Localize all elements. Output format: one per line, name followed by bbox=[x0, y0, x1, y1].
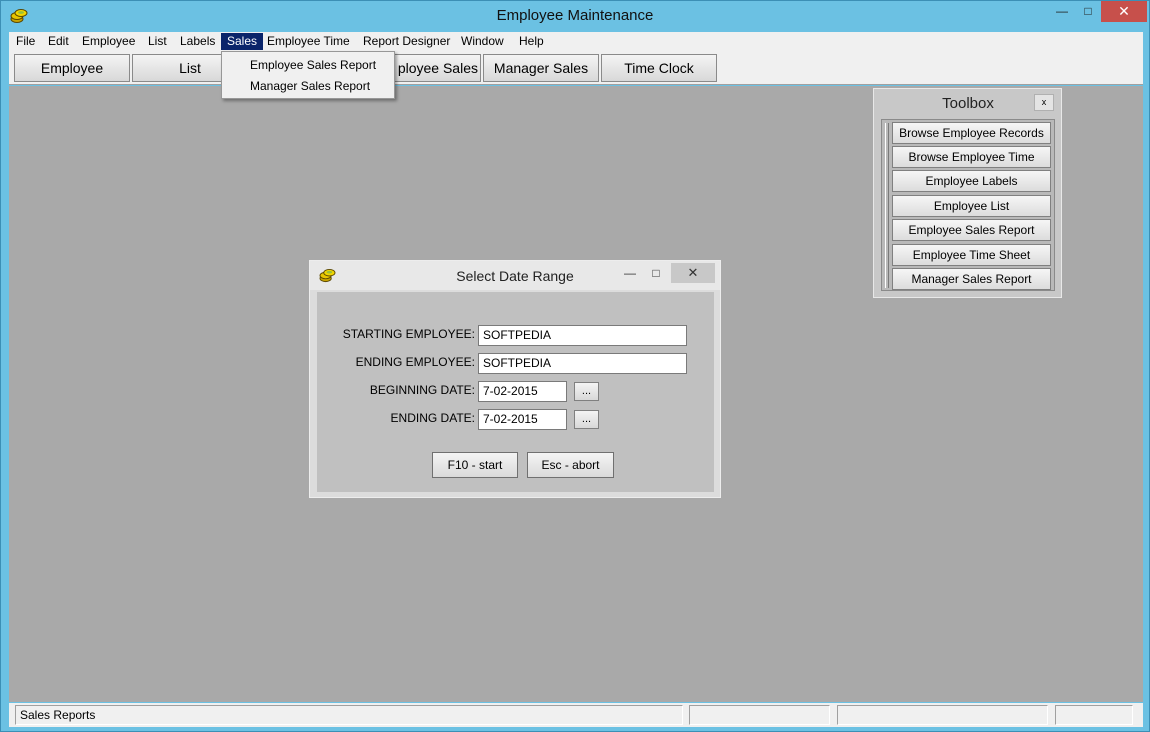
menu-labels[interactable]: Labels bbox=[174, 33, 221, 50]
dialog-title-bar[interactable]: Select Date Range — □ ✕ bbox=[310, 261, 720, 290]
dialog-close-button[interactable]: ✕ bbox=[671, 263, 715, 283]
ending-date-label: ENDING DATE: bbox=[390, 411, 475, 425]
toolbar: Employee List ployee Sales Manager Sales… bbox=[9, 51, 1143, 85]
status-pane-4 bbox=[1055, 705, 1133, 725]
menu-file[interactable]: File bbox=[10, 33, 41, 50]
starting-employee-input[interactable]: SOFTPEDIA bbox=[478, 325, 687, 346]
employee-sales-report-button[interactable]: Employee Sales Report bbox=[892, 219, 1051, 241]
employee-button[interactable]: Employee bbox=[14, 54, 130, 82]
start-button[interactable]: F10 - start bbox=[432, 452, 518, 478]
maximize-button[interactable]: □ bbox=[1074, 1, 1102, 22]
menu-employee[interactable]: Employee bbox=[76, 33, 141, 50]
ending-employee-label: ENDING EMPLOYEE: bbox=[355, 355, 475, 369]
select-date-range-dialog: Select Date Range — □ ✕ STARTING EMPLOYE… bbox=[309, 260, 721, 498]
menu-help[interactable]: Help bbox=[513, 33, 550, 50]
time-clock-button[interactable]: Time Clock bbox=[601, 54, 717, 82]
starting-employee-label: STARTING EMPLOYEE: bbox=[342, 327, 475, 341]
beginning-date-input[interactable]: 7-02-2015 bbox=[478, 381, 567, 402]
dialog-minimize-button[interactable]: — bbox=[618, 263, 642, 283]
status-pane-3 bbox=[837, 705, 1048, 725]
minimize-button[interactable]: — bbox=[1048, 1, 1076, 22]
browse-employee-records-button[interactable]: Browse Employee Records bbox=[892, 122, 1051, 144]
toolbox-button-group: Browse Employee Records Browse Employee … bbox=[881, 119, 1055, 291]
menu-window[interactable]: Window bbox=[455, 33, 510, 50]
dialog-maximize-button[interactable]: □ bbox=[644, 263, 668, 283]
ending-date-picker-button[interactable]: ... bbox=[574, 410, 599, 429]
beginning-date-picker-button[interactable]: ... bbox=[574, 382, 599, 401]
dialog-body: STARTING EMPLOYEE: SOFTPEDIA ENDING EMPL… bbox=[317, 292, 714, 492]
menu-bar: File Edit Employee List Labels Sales Emp… bbox=[9, 32, 1143, 51]
toolbox-grip-handle[interactable] bbox=[885, 123, 889, 288]
employee-list-button[interactable]: Employee List bbox=[892, 195, 1051, 217]
employee-time-sheet-button[interactable]: Employee Time Sheet bbox=[892, 244, 1051, 266]
status-bar: Sales Reports bbox=[9, 703, 1143, 727]
abort-button[interactable]: Esc - abort bbox=[527, 452, 614, 478]
toolbox-panel: Toolbox x Browse Employee Records Browse… bbox=[873, 88, 1062, 298]
menu-edit[interactable]: Edit bbox=[42, 33, 75, 50]
menu-item-employee-sales-report[interactable]: Employee Sales Report bbox=[222, 55, 394, 76]
menu-sales[interactable]: Sales bbox=[221, 33, 264, 50]
menu-item-manager-sales-report[interactable]: Manager Sales Report bbox=[222, 76, 394, 97]
beginning-date-label: BEGINNING DATE: bbox=[369, 383, 475, 397]
toolbox-close-button[interactable]: x bbox=[1034, 94, 1054, 111]
ending-employee-input[interactable]: SOFTPEDIA bbox=[478, 353, 687, 374]
status-pane-2 bbox=[689, 705, 830, 725]
menu-report-designer[interactable]: Report Designer bbox=[357, 33, 456, 50]
manager-sales-button[interactable]: Manager Sales bbox=[483, 54, 599, 82]
title-bar[interactable]: Employee Maintenance — □ ✕ bbox=[1, 1, 1149, 32]
employee-labels-button[interactable]: Employee Labels bbox=[892, 170, 1051, 192]
main-window: Employee Maintenance — □ ✕ File Edit Emp… bbox=[0, 0, 1150, 732]
browse-employee-time-button[interactable]: Browse Employee Time bbox=[892, 146, 1051, 168]
menu-employee-time[interactable]: Employee Time bbox=[261, 33, 356, 50]
status-message: Sales Reports bbox=[15, 705, 683, 725]
close-button[interactable]: ✕ bbox=[1101, 1, 1147, 22]
menu-list[interactable]: List bbox=[142, 33, 173, 50]
ending-date-input[interactable]: 7-02-2015 bbox=[478, 409, 567, 430]
window-title: Employee Maintenance bbox=[496, 7, 654, 24]
sales-dropdown-menu: Employee Sales Report Manager Sales Repo… bbox=[221, 51, 395, 99]
manager-sales-report-button[interactable]: Manager Sales Report bbox=[892, 268, 1051, 290]
